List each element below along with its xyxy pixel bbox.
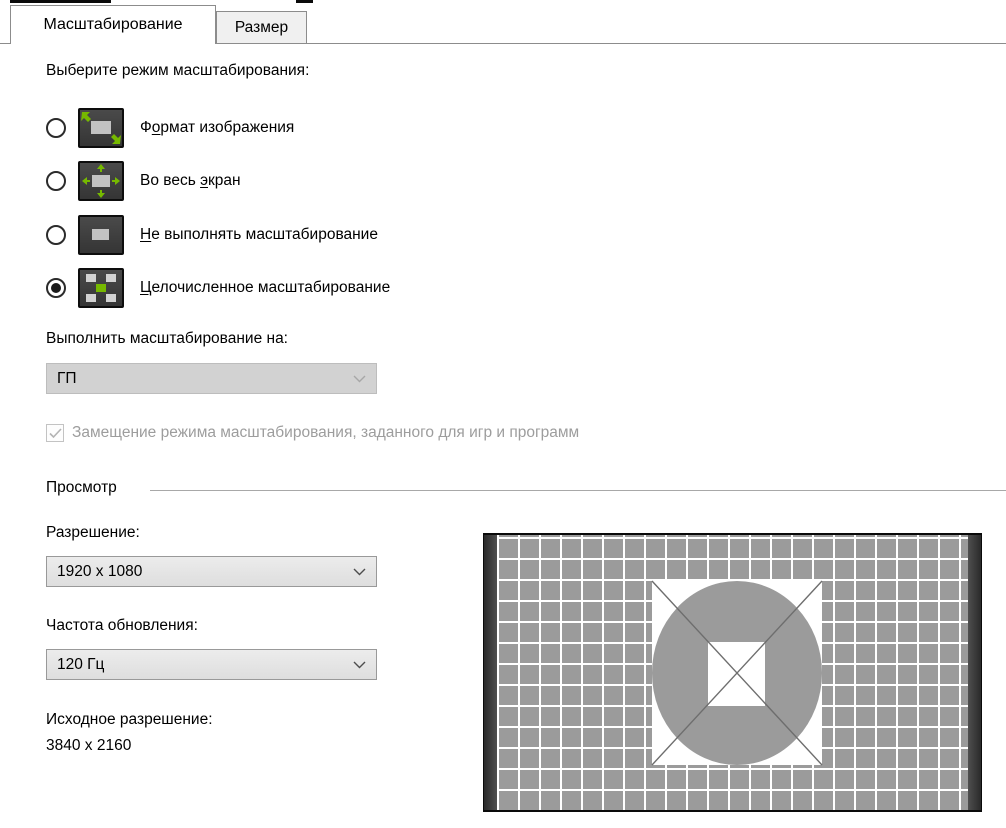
radio-button[interactable]	[46, 118, 66, 138]
refresh-rate-dropdown[interactable]: 120 Гц	[46, 649, 377, 680]
scaling-mode-heading: Выберите режим масштабирования:	[46, 62, 309, 80]
radio-option-aspect-ratio[interactable]: Формат изображения	[46, 108, 294, 148]
integer-scaling-icon	[78, 268, 124, 308]
resolution-label: Разрешение:	[46, 524, 140, 542]
tab-scaling[interactable]: Масштабирование	[10, 5, 216, 44]
chevron-down-icon	[353, 656, 366, 674]
radio-option-integer-scaling[interactable]: Целочисленное масштабирование	[46, 268, 390, 308]
radio-label: Целочисленное масштабирование	[140, 279, 390, 297]
chevron-down-icon	[353, 370, 366, 388]
section-divider	[150, 490, 1006, 491]
native-resolution-label: Исходное разрешение:	[46, 711, 213, 729]
radio-button-selected[interactable]	[46, 278, 66, 298]
fullscreen-icon	[78, 161, 124, 201]
aspect-ratio-icon	[78, 108, 124, 148]
preview-right-bar	[968, 535, 981, 810]
scaling-settings-page: Масштабирование Размер Выберите режим ма…	[0, 0, 1006, 828]
override-checkbox-label: Замещение режима масштабирования, заданн…	[72, 424, 579, 442]
tab-size[interactable]: Размер	[216, 11, 307, 43]
resolution-dropdown[interactable]: 1920 x 1080	[46, 556, 377, 587]
tab-size-label: Размер	[235, 19, 288, 37]
refresh-rate-label: Частота обновления:	[46, 617, 198, 635]
checkbox-checked-icon[interactable]	[46, 424, 64, 442]
native-resolution-value: 3840 x 2160	[46, 737, 131, 755]
resolution-value: 1920 x 1080	[57, 563, 142, 581]
no-scaling-icon	[78, 215, 124, 255]
refresh-rate-value: 120 Гц	[57, 656, 104, 674]
perform-on-dropdown[interactable]: ГП	[46, 363, 377, 394]
radio-label: Не выполнять масштабирование	[140, 226, 378, 244]
chevron-down-icon	[353, 563, 366, 581]
radio-label: Во весь экран	[140, 172, 241, 190]
preview-left-bar	[484, 535, 497, 810]
perform-on-label: Выполнить масштабирование на:	[46, 330, 288, 348]
preview-section-label: Просмотр	[46, 479, 117, 497]
override-checkbox-row[interactable]: Замещение режима масштабирования, заданн…	[46, 424, 579, 442]
radio-option-no-scaling[interactable]: Не выполнять масштабирование	[46, 215, 378, 255]
radio-label: Формат изображения	[140, 119, 294, 137]
perform-on-value: ГП	[57, 370, 77, 388]
tab-scaling-label: Масштабирование	[43, 16, 182, 34]
radio-button[interactable]	[46, 225, 66, 245]
cropped-artifact	[296, 0, 313, 3]
radio-option-fullscreen[interactable]: Во весь экран	[46, 161, 241, 201]
cropped-artifact	[10, 0, 111, 3]
radio-button[interactable]	[46, 171, 66, 191]
scaling-preview-image	[483, 533, 982, 812]
